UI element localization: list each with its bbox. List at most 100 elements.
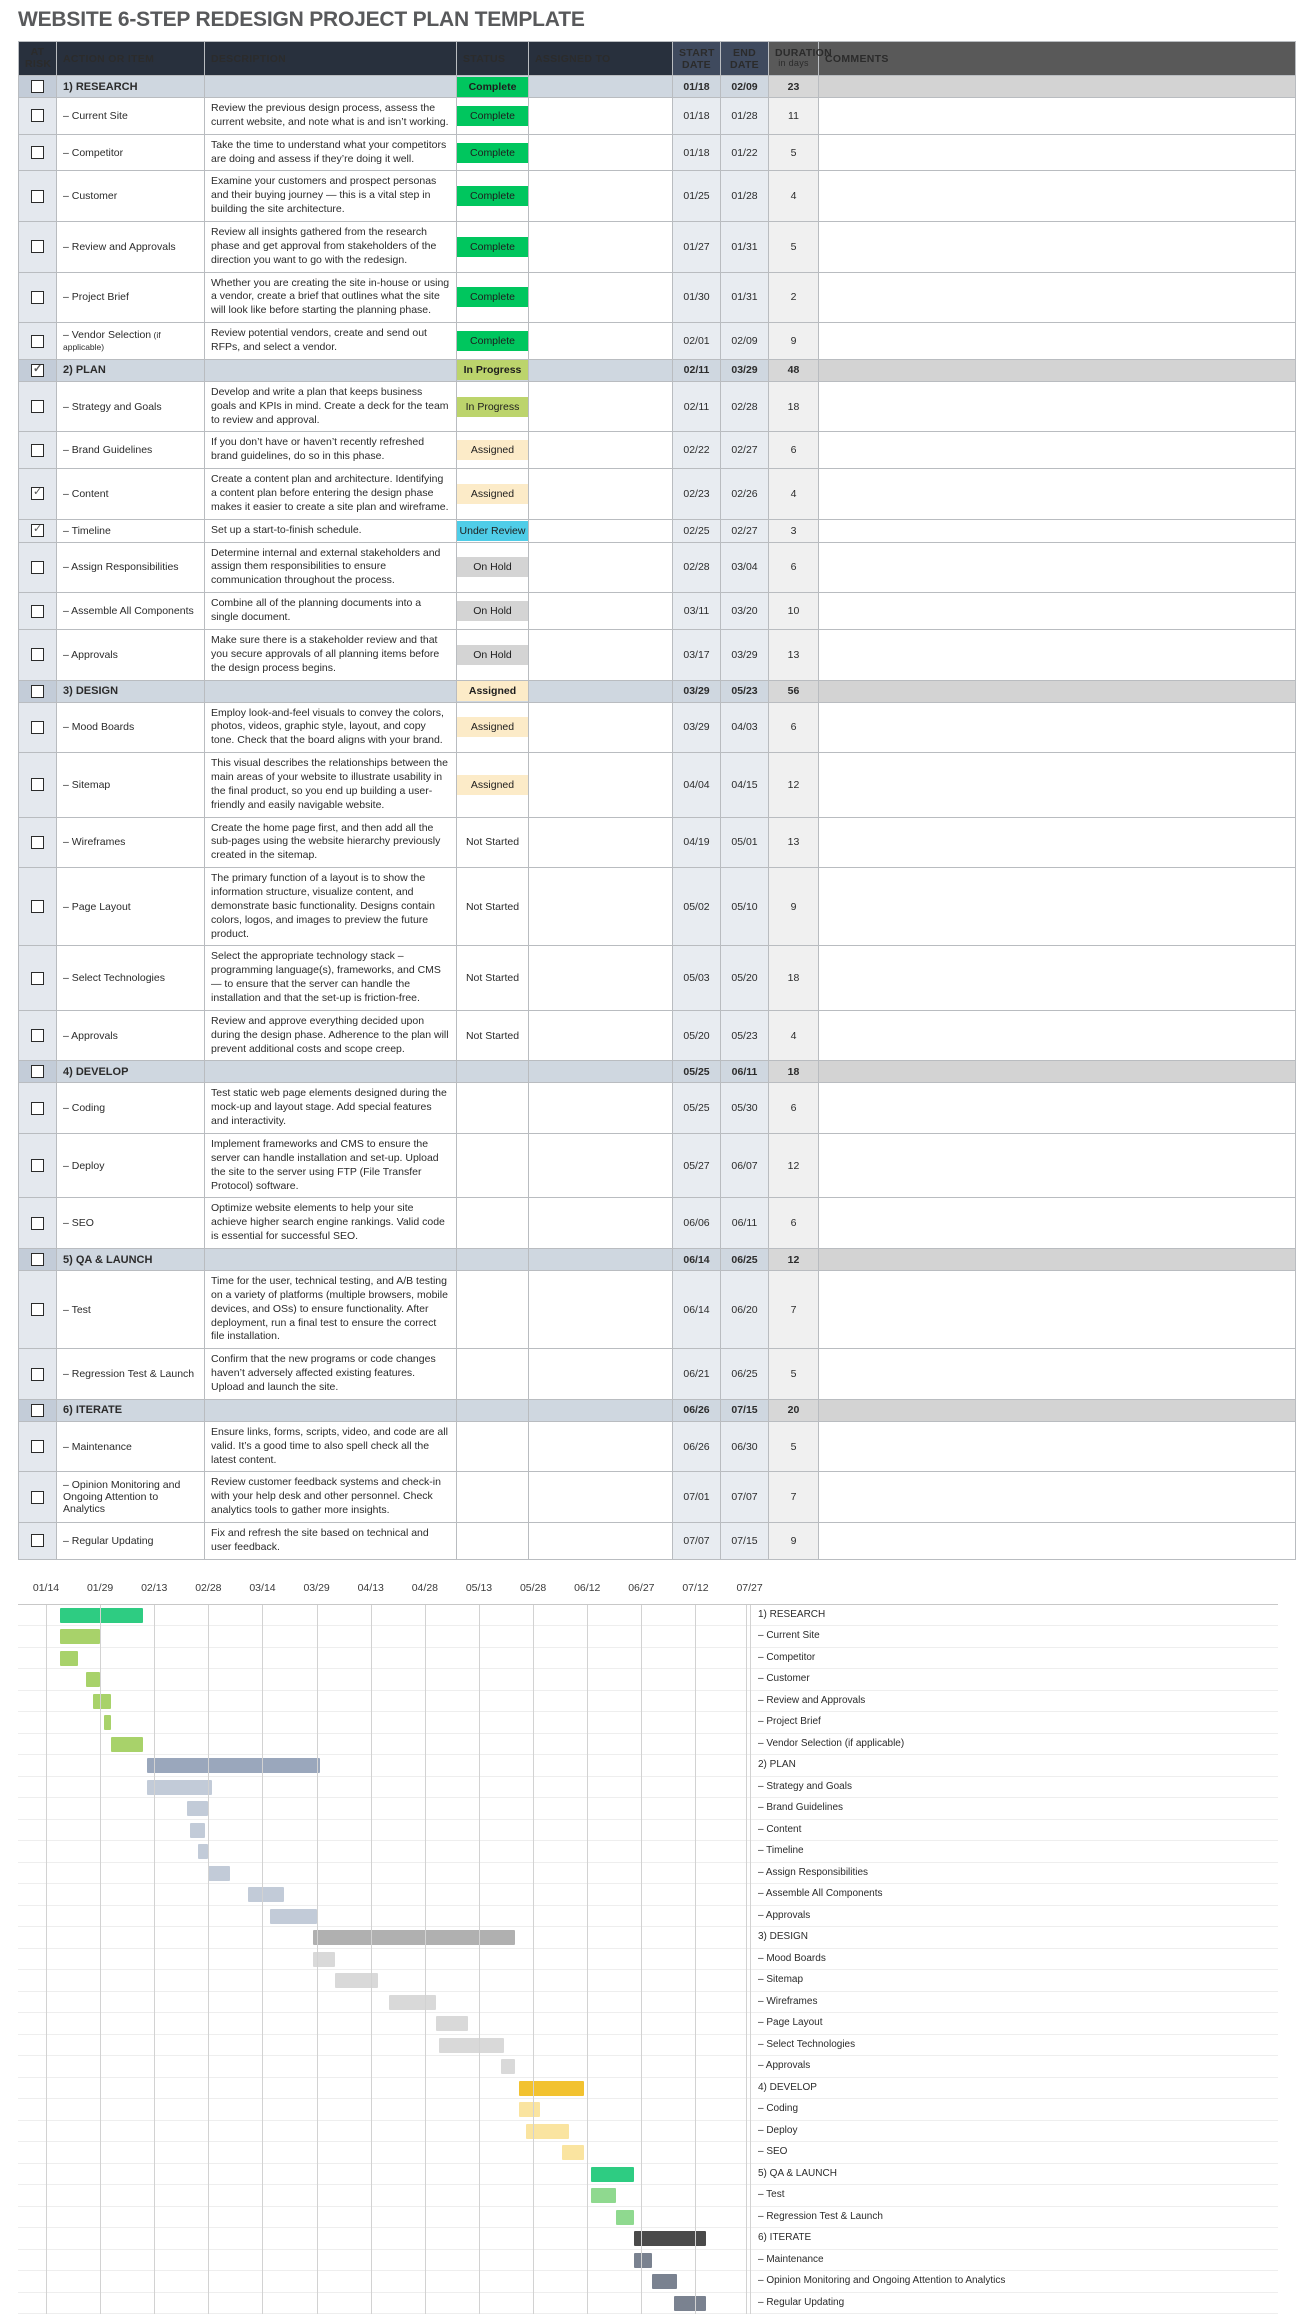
at-risk-checkbox[interactable] [31,334,44,348]
end-date-cell[interactable]: 06/11 [720,1060,769,1084]
start-date-cell[interactable]: 05/25 [672,1082,721,1134]
at-risk-cell[interactable] [18,1197,57,1249]
status-cell[interactable]: Complete [456,322,529,360]
end-date-cell[interactable]: 05/10 [720,867,769,947]
assigned-to-cell[interactable] [528,358,673,382]
comments-cell[interactable] [818,1420,1296,1473]
at-risk-cell[interactable] [18,1009,57,1062]
at-risk-cell[interactable] [18,75,57,98]
comments-cell[interactable] [818,1009,1296,1062]
at-risk-cell[interactable] [18,945,57,1011]
at-risk-cell[interactable] [18,97,57,135]
end-date-cell[interactable]: 05/20 [720,945,769,1011]
end-date-cell[interactable]: 01/28 [720,170,769,223]
start-date-cell[interactable]: 01/18 [672,133,721,172]
status-cell[interactable] [456,1348,529,1400]
at-risk-checkbox[interactable] [31,1216,44,1230]
comments-cell[interactable] [818,1348,1296,1400]
end-date-cell[interactable]: 05/23 [720,1009,769,1062]
comments-cell[interactable] [818,518,1296,543]
start-date-cell[interactable]: 07/01 [672,1471,721,1524]
gantt-bar[interactable] [673,2295,707,2311]
start-date-cell[interactable]: 01/27 [672,221,721,273]
start-date-cell[interactable]: 06/26 [672,1398,721,1422]
status-cell[interactable]: On Hold [456,541,529,594]
at-risk-checkbox[interactable] [31,400,44,414]
comments-cell[interactable] [818,1197,1296,1249]
assigned-to-cell[interactable] [528,468,673,520]
assigned-to-cell[interactable] [528,628,673,681]
status-cell[interactable] [456,1471,529,1524]
at-risk-cell[interactable] [18,1132,57,1199]
start-date-cell[interactable]: 01/25 [672,170,721,223]
gantt-bar[interactable] [313,1930,516,1946]
at-risk-checkbox[interactable] [31,1253,44,1266]
end-date-cell[interactable]: 06/25 [720,1248,769,1271]
status-cell[interactable]: Assigned [456,468,529,520]
comments-cell[interactable] [818,628,1296,681]
status-cell[interactable]: Not Started [456,1009,529,1062]
gantt-bar[interactable] [435,2016,469,2032]
comments-cell[interactable] [818,1522,1296,1560]
end-date-cell[interactable]: 04/15 [720,752,769,818]
start-date-cell[interactable]: 07/07 [672,1522,721,1560]
status-cell[interactable] [456,1269,529,1350]
start-date-cell[interactable]: 02/11 [672,380,721,433]
gantt-bar[interactable] [388,1994,436,2010]
comments-cell[interactable] [818,1398,1296,1422]
start-date-cell[interactable]: 04/04 [672,752,721,818]
at-risk-cell[interactable] [18,380,57,433]
gantt-bar[interactable] [147,1779,212,1795]
comments-cell[interactable] [818,271,1296,324]
end-date-cell[interactable]: 07/07 [720,1471,769,1524]
assigned-to-cell[interactable] [528,1471,673,1524]
comments-cell[interactable] [818,170,1296,223]
start-date-cell[interactable]: 06/21 [672,1348,721,1400]
comments-cell[interactable] [818,431,1296,470]
end-date-cell[interactable]: 06/20 [720,1269,769,1350]
start-date-cell[interactable]: 02/25 [672,518,721,543]
at-risk-checkbox[interactable] [31,522,44,538]
assigned-to-cell[interactable] [528,1132,673,1199]
status-cell[interactable]: Complete [456,133,529,172]
status-cell[interactable] [456,1082,529,1134]
at-risk-cell[interactable] [18,170,57,223]
comments-cell[interactable] [818,541,1296,594]
at-risk-checkbox[interactable] [31,80,44,93]
at-risk-checkbox[interactable] [31,1367,44,1381]
at-risk-checkbox[interactable] [31,778,44,792]
status-cell[interactable] [456,1132,529,1199]
at-risk-cell[interactable] [18,701,57,754]
at-risk-checkbox[interactable] [31,1159,44,1173]
end-date-cell[interactable]: 01/31 [720,271,769,324]
gantt-bar[interactable] [518,2102,541,2118]
at-risk-checkbox[interactable] [31,971,44,985]
start-date-cell[interactable]: 02/23 [672,468,721,520]
assigned-to-cell[interactable] [528,380,673,433]
assigned-to-cell[interactable] [528,170,673,223]
gantt-bar[interactable] [103,1715,111,1731]
status-cell[interactable] [456,1522,529,1560]
end-date-cell[interactable]: 01/28 [720,97,769,135]
start-date-cell[interactable]: 02/22 [672,431,721,470]
start-date-cell[interactable]: 03/29 [672,679,721,703]
status-cell[interactable]: Complete [456,221,529,273]
start-date-cell[interactable]: 06/26 [672,1420,721,1473]
status-cell[interactable]: Not Started [456,867,529,947]
status-cell[interactable] [456,1248,529,1271]
gantt-bar[interactable] [500,2059,516,2075]
at-risk-cell[interactable] [18,322,57,360]
gantt-bar[interactable] [590,2188,617,2204]
at-risk-cell[interactable] [18,679,57,703]
comments-cell[interactable] [818,358,1296,382]
at-risk-cell[interactable] [18,752,57,818]
at-risk-checkbox[interactable] [31,560,44,574]
end-date-cell[interactable]: 05/30 [720,1082,769,1134]
assigned-to-cell[interactable] [528,701,673,754]
assigned-to-cell[interactable] [528,816,673,869]
end-date-cell[interactable]: 05/01 [720,816,769,869]
start-date-cell[interactable]: 06/06 [672,1197,721,1249]
start-date-cell[interactable]: 06/14 [672,1248,721,1271]
at-risk-checkbox[interactable] [31,1534,44,1548]
end-date-cell[interactable]: 07/15 [720,1522,769,1560]
